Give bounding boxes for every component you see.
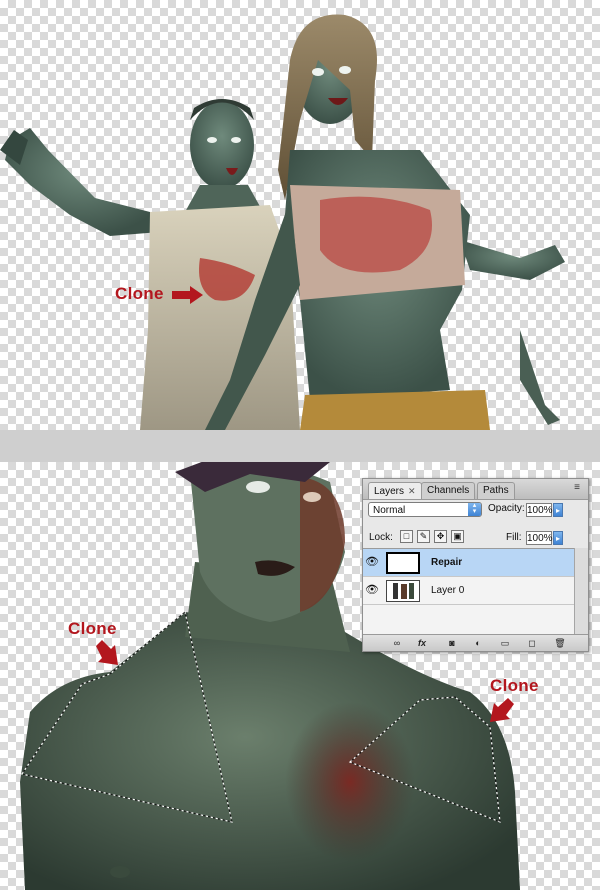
link-layers-icon[interactable]: ∞ xyxy=(390,637,404,649)
layer-row-repair[interactable]: 👁 Repair xyxy=(363,549,574,577)
select-arrows-icon: ▴ ▾ xyxy=(468,502,481,516)
lock-transparent-icon[interactable]: □ xyxy=(400,530,413,543)
fill-label: Fill: xyxy=(506,532,522,543)
lock-all-icon[interactable]: ▣ xyxy=(451,530,464,543)
tab-channels-label: Channels xyxy=(427,485,470,496)
opacity-slider-arrow-icon[interactable]: ▸ xyxy=(553,503,563,517)
blend-mode-select[interactable]: Normal ▴ ▾ xyxy=(368,502,482,517)
blend-mode-value: Normal xyxy=(373,505,406,516)
new-layer-icon[interactable]: ◻ xyxy=(525,637,539,649)
layer-list: 👁 Repair 👁 Layer 0 xyxy=(363,548,574,635)
layer-name: Repair xyxy=(431,557,463,568)
opacity-input[interactable]: 100% xyxy=(526,503,553,517)
new-group-icon[interactable]: ▭ xyxy=(498,637,512,649)
clone-annotation-label-right: Clone xyxy=(490,676,539,695)
fill-slider-arrow-icon[interactable]: ▸ xyxy=(553,531,563,545)
layer-thumbnail xyxy=(386,552,420,574)
tab-layers-label: Layers xyxy=(374,486,405,497)
layers-panel: Layers ✕ Channels Paths ≡ Normal ▴ ▾ Opaci… xyxy=(362,478,589,652)
lock-label: Lock: xyxy=(369,532,393,543)
tab-paths[interactable]: Paths xyxy=(477,482,515,499)
layer-list-scrollbar[interactable] xyxy=(574,548,588,634)
close-icon[interactable]: ✕ xyxy=(408,486,416,496)
arrow-down-right-icon xyxy=(96,640,118,665)
panel-divider xyxy=(0,430,600,462)
panel-menu-icon[interactable]: ≡ xyxy=(570,482,584,494)
layer-row-layer0[interactable]: 👁 Layer 0 xyxy=(363,577,574,605)
zombie-women-render xyxy=(0,14,565,430)
eye-icon[interactable]: 👁 xyxy=(365,556,379,569)
lock-pixels-icon[interactable]: ✎ xyxy=(417,530,430,543)
arrow-down-left-icon xyxy=(490,698,514,722)
arrow-right-icon xyxy=(172,286,203,304)
clone-annotation-label-left: Clone xyxy=(68,619,117,638)
eye-icon[interactable]: 👁 xyxy=(365,584,379,597)
tab-channels[interactable]: Channels xyxy=(421,482,476,499)
fill-input[interactable]: 100% xyxy=(526,531,553,545)
panel-tab-bar: Layers ✕ Channels Paths ≡ xyxy=(363,479,588,500)
layer-name: Layer 0 xyxy=(431,585,465,596)
top-canvas: Clone xyxy=(0,0,600,430)
fx-icon[interactable]: fx xyxy=(415,637,429,649)
opacity-label: Opacity: xyxy=(488,503,525,514)
panel-bottom-toolbar: ∞ fx ◙ ◐ ▭ ◻ 🗑 xyxy=(363,634,588,651)
lock-position-icon[interactable]: ✥ xyxy=(434,530,447,543)
clone-annotation-label: Clone xyxy=(115,284,164,303)
layer-mask-icon[interactable]: ◙ xyxy=(445,637,459,649)
trash-icon[interactable]: 🗑 xyxy=(553,637,567,649)
layer-thumbnail xyxy=(386,580,420,602)
figures-thumbnail-icon xyxy=(393,583,414,599)
tab-paths-label: Paths xyxy=(483,485,509,496)
tab-layers[interactable]: Layers ✕ xyxy=(368,482,422,499)
adjustment-layer-icon[interactable]: ◐ xyxy=(471,637,485,649)
